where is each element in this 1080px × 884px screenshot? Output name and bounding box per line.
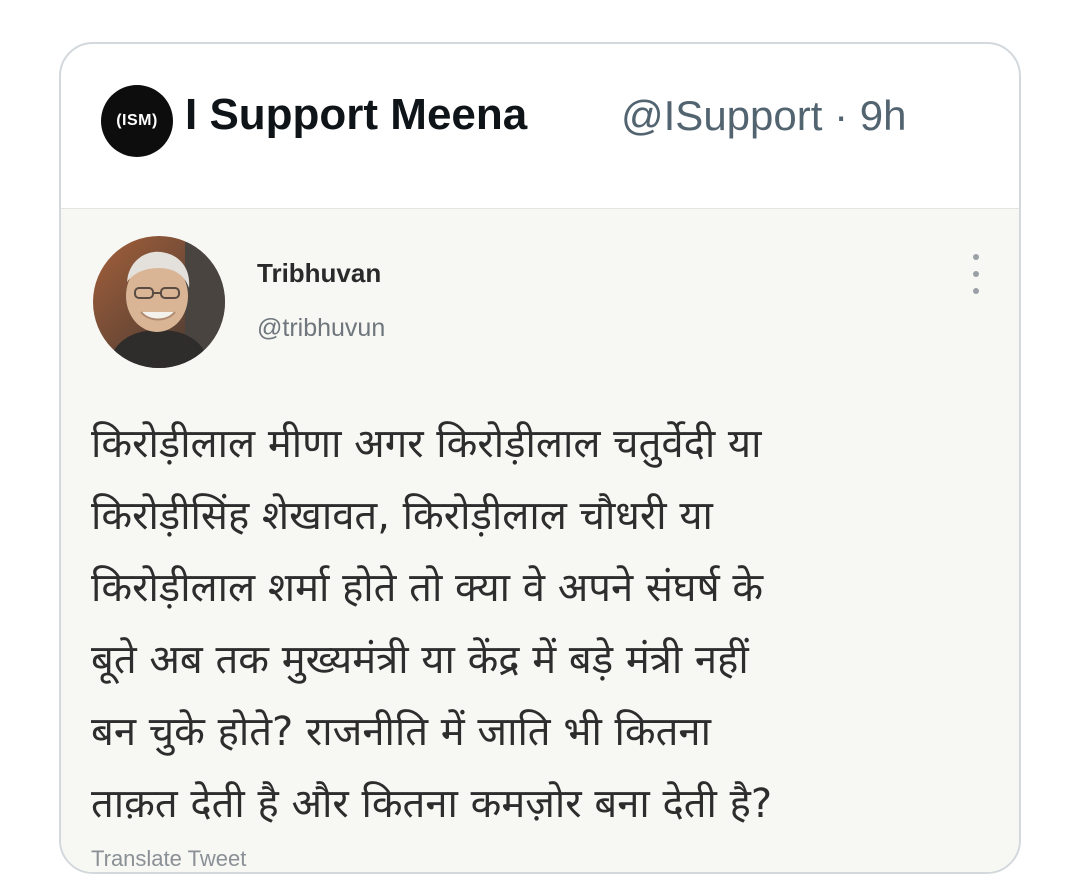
tweet-header: (ISM) I Support Meena @ISupport · 9h bbox=[61, 44, 1019, 208]
text-line: बन चुके होते? राजनीति में जाति भी कितना bbox=[91, 709, 711, 755]
text-line: बूते अब तक मुख्यमंत्री या केंद्र में बड़… bbox=[91, 637, 749, 683]
person-photo-icon bbox=[93, 236, 225, 368]
quoted-author-name: Tribhuvan bbox=[257, 258, 382, 288]
quoted-tweet-text: किरोड़ीलाल मीणा अगर किरोड़ीलाल चतुर्वेदी… bbox=[91, 408, 991, 840]
text-line: ताक़त देती है और कितना कमज़ोर बना देती ह… bbox=[91, 781, 773, 827]
text-line: किरोड़ीलाल शर्मा होते तो क्या वे अपने सं… bbox=[91, 565, 764, 611]
avatar[interactable]: (ISM) bbox=[101, 85, 173, 157]
embedded-tweet-image[interactable]: Tribhuvan @tribhuvun किरोड़ीलाल मीणा अगर… bbox=[61, 208, 1019, 872]
quoted-avatar bbox=[93, 236, 225, 368]
tweet-card[interactable]: (ISM) I Support Meena @ISupport · 9h Tri… bbox=[59, 42, 1021, 874]
translate-tweet-link: Translate Tweet bbox=[91, 846, 247, 871]
handle-and-timestamp[interactable]: @ISupport · 9h bbox=[621, 92, 906, 140]
more-options-icon bbox=[966, 254, 986, 294]
text-line: किरोड़ीसिंह शेखावत, किरोड़ीलाल चौधरी या bbox=[91, 493, 713, 539]
quoted-author-handle: @tribhuvun bbox=[257, 314, 386, 342]
display-name[interactable]: I Support Meena bbox=[185, 90, 527, 140]
avatar-logo-text: (ISM) bbox=[116, 112, 158, 129]
text-line: किरोड़ीलाल मीणा अगर किरोड़ीलाल चतुर्वेदी… bbox=[91, 421, 762, 467]
